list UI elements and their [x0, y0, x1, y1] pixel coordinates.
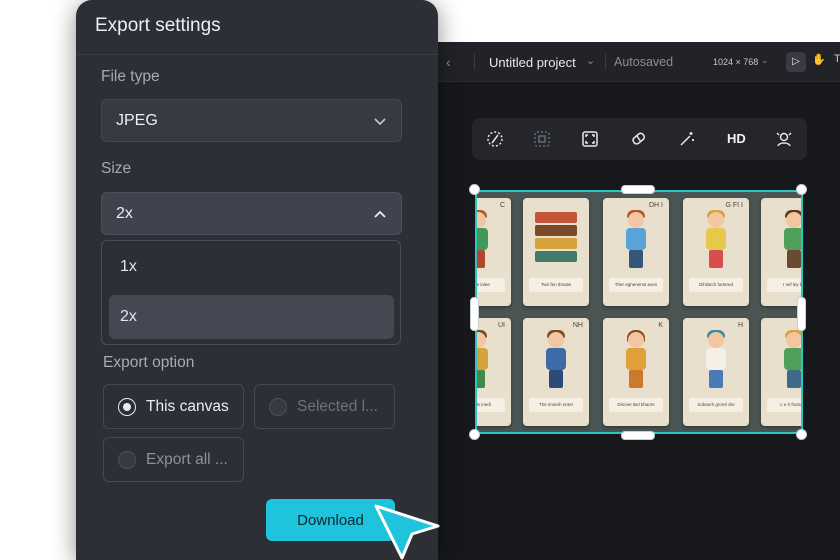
pointer-tool-icon[interactable]: ▷ [786, 52, 806, 72]
topbar-divider-2 [605, 54, 606, 70]
face-retouch-icon[interactable] [774, 129, 794, 149]
more-tool-icon[interactable]: T [834, 53, 840, 65]
project-name[interactable]: Untitled project [489, 55, 576, 70]
editor-topbar: ‹ Untitled project ⌄ Autosaved 1024 × 76… [400, 42, 840, 82]
brush-remove-icon[interactable] [485, 129, 505, 149]
image-toolbar: HD [472, 118, 807, 160]
mouse-pointer-icon [374, 504, 440, 560]
magic-wand-icon[interactable] [677, 129, 697, 149]
canvas-size-chevron-icon[interactable]: ⌄ [761, 55, 769, 66]
flashcard-collage: C elesse inlee Twir fen Ibnatis DH I The… [477, 192, 801, 432]
expand-icon[interactable] [580, 129, 600, 149]
flashcard: UI lt enrds inedi [477, 318, 511, 426]
canvas-size[interactable]: 1024 × 768 [713, 57, 758, 67]
editor-area: ‹ Untitled project ⌄ Autosaved 1024 × 76… [400, 42, 840, 560]
export-option-label: Export option [103, 354, 195, 371]
topbar-divider [474, 54, 475, 70]
option-label: Selected l... [297, 398, 378, 415]
flashcard: DH I Ther eghenenst aven [603, 198, 669, 306]
eraser-icon[interactable] [629, 129, 649, 149]
resize-handle-top-right[interactable] [796, 184, 807, 195]
size-option-1x[interactable]: 1x [109, 245, 394, 289]
resize-handle-top[interactable] [621, 185, 655, 194]
radio-empty-icon [118, 451, 136, 469]
size-select[interactable]: 2x [101, 192, 402, 235]
flashcard: K Dirceer Bel bharirs [603, 318, 669, 426]
back-chevron-icon[interactable]: ‹ [446, 54, 451, 70]
radio-selected-icon [118, 398, 136, 416]
project-menu-chevron-icon[interactable]: ⌄ [586, 54, 595, 67]
panel-divider [76, 54, 438, 55]
flashcard: I sef ley bn [761, 198, 801, 306]
resize-handle-right[interactable] [797, 297, 806, 331]
option-label: This canvas [146, 398, 229, 415]
chevron-up-icon [373, 207, 387, 221]
flashcard: C elesse inlee [477, 198, 511, 306]
resize-handle-bottom-right[interactable] [796, 429, 807, 440]
hand-tool-icon[interactable]: ✋ [812, 53, 826, 66]
radio-empty-icon [269, 398, 287, 416]
export-settings-panel: Export settings File type JPEG Size 2x 1… [76, 0, 438, 560]
size-dropdown: 1x 2x [101, 240, 401, 345]
export-all-option[interactable]: Export all ... [103, 437, 244, 482]
file-type-label: File type [101, 68, 160, 85]
flashcard: Twir fen Ibnatis [523, 198, 589, 306]
chevron-down-icon [373, 114, 387, 128]
export-this-canvas-option[interactable]: This canvas [103, 384, 244, 429]
resize-handle-bottom-left[interactable] [469, 429, 480, 440]
size-option-2x[interactable]: 2x [109, 295, 394, 339]
canvas-image[interactable]: C elesse inlee Twir fen Ibnatis DH I The… [475, 190, 803, 434]
hd-icon[interactable]: HD [727, 131, 746, 146]
file-type-select[interactable]: JPEG [101, 99, 402, 142]
size-label: Size [101, 160, 132, 177]
resize-handle-top-left[interactable] [469, 184, 480, 195]
flashcard: H Sobserh grorel dre [683, 318, 749, 426]
flashcard: NH The nnserh enter [523, 318, 589, 426]
option-label: Export all ... [146, 451, 228, 468]
flashcard: L e lr frarscna [761, 318, 801, 426]
resize-handle-left[interactable] [470, 297, 479, 331]
size-value: 2x [116, 205, 133, 222]
save-status: Autosaved [614, 55, 674, 69]
flashcard: G FI I Dihilotch fortered [683, 198, 749, 306]
crop-frame-icon[interactable] [532, 129, 552, 149]
resize-handle-bottom[interactable] [621, 431, 655, 440]
panel-title: Export settings [95, 15, 221, 36]
export-selected-option: Selected l... [254, 384, 395, 429]
file-type-value: JPEG [116, 112, 158, 129]
